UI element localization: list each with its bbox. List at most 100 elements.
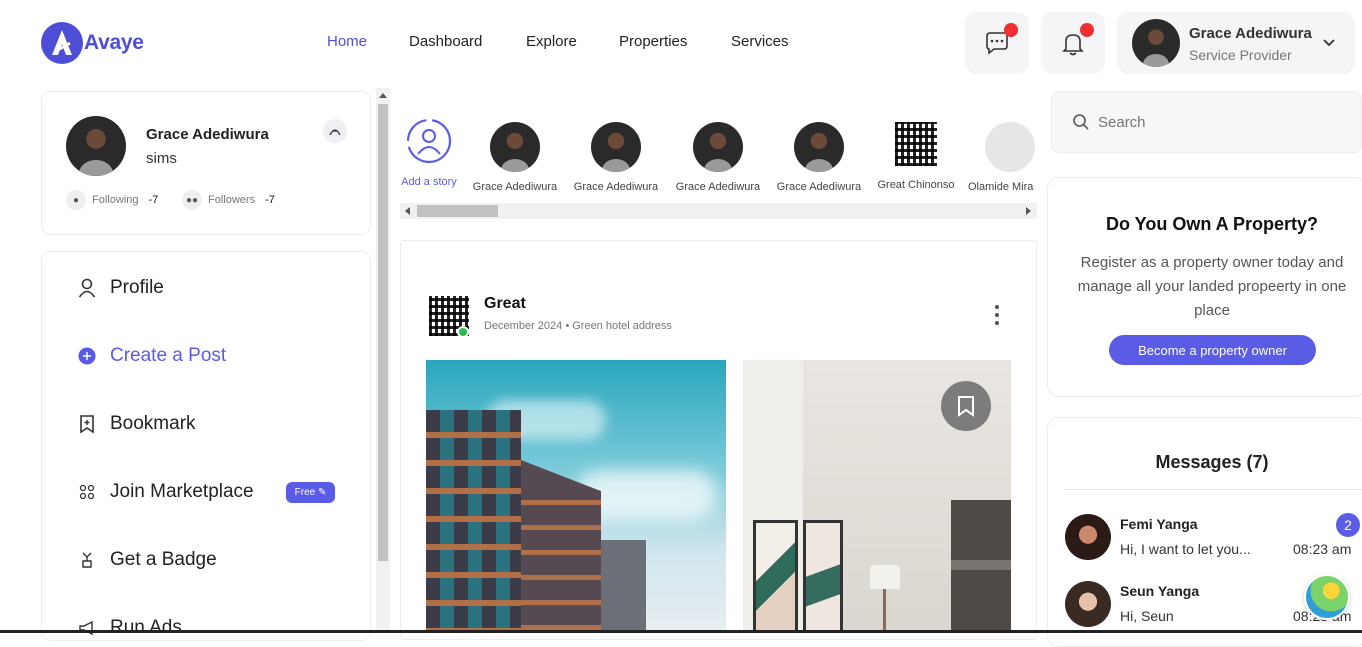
sidebar-scrollbar[interactable] <box>376 88 390 633</box>
own-property-title: Do You Own A Property? <box>1105 214 1318 234</box>
chat-widget-button[interactable] <box>1304 574 1350 620</box>
scroll-up-arrow-icon[interactable] <box>379 92 387 98</box>
scroll-left-arrow-icon[interactable] <box>404 207 410 215</box>
avatar-placeholder <box>985 122 1035 172</box>
nav-home[interactable]: Home <box>327 33 367 50</box>
story-name: Grace Adediwura <box>675 181 761 193</box>
sidebar-item-join-marketplace[interactable]: Join Marketplace Free ✎ <box>78 481 336 503</box>
scroll-right-arrow-icon[interactable] <box>1026 207 1032 215</box>
avatar <box>1132 19 1180 67</box>
search-input[interactable] <box>1098 110 1338 134</box>
message-time: 08:23 am <box>1293 541 1352 557</box>
unread-dot <box>1004 23 1018 37</box>
post-author-name[interactable]: Great <box>484 295 526 313</box>
badge-icon <box>78 551 96 569</box>
free-badge-label: Free <box>294 486 316 498</box>
bookmark-add-icon <box>78 415 96 434</box>
notifications-button[interactable] <box>1041 12 1105 74</box>
story-item[interactable]: Olamide Mira <box>960 122 1037 193</box>
nav-dashboard[interactable]: Dashboard <box>409 33 482 50</box>
scrollbar-thumb[interactable] <box>417 205 498 217</box>
sidebar-item-label: Join Marketplace <box>110 481 254 502</box>
chevron-down-icon[interactable] <box>1321 36 1337 50</box>
messages-button[interactable] <box>965 12 1029 74</box>
scrollbar-thumb[interactable] <box>378 104 388 561</box>
sidebar-item-label: Create a Post <box>110 345 227 366</box>
notification-dot <box>1080 23 1094 37</box>
nav-explore[interactable]: Explore <box>526 33 577 50</box>
nav-services[interactable]: Services <box>731 33 789 50</box>
brand-name: Avaye <box>84 31 144 54</box>
unread-count-badge: 2 <box>1336 513 1360 537</box>
avatar <box>794 122 844 172</box>
story-name: Olamide Mira <box>968 181 1034 193</box>
sidebar-item-create-post[interactable]: Create a Post <box>78 345 226 367</box>
sidebar-item-bookmark[interactable]: Bookmark <box>78 413 196 435</box>
sidebar-item-label: Bookmark <box>110 413 196 434</box>
account-name: Grace Adediwura <box>1189 25 1312 42</box>
avatar <box>591 122 641 172</box>
avatar[interactable] <box>1065 581 1111 627</box>
marketplace-icon <box>78 483 96 501</box>
become-property-owner-button[interactable]: Become a property owner <box>1109 335 1316 365</box>
user-username: sims <box>146 150 177 167</box>
more-options-icon[interactable] <box>990 303 1004 327</box>
message-preview: Hi, I want to let you... <box>1120 541 1251 557</box>
story-item[interactable]: Grace Adediwura <box>668 122 768 193</box>
account-menu[interactable]: Grace Adediwura Service Provider <box>1117 12 1355 74</box>
followers-stat[interactable]: ●● Followers -7 <box>182 190 275 210</box>
following-count: -7 <box>148 194 159 206</box>
avatar[interactable] <box>1065 514 1111 560</box>
own-property-body: Register as a property owner today and m… <box>1077 254 1347 319</box>
sidebar-item-label: Run Ads <box>110 617 182 638</box>
story-item[interactable]: Grace Adediwura <box>769 122 869 193</box>
story-name: Grace Adediwura <box>776 181 862 193</box>
edit-profile-icon[interactable] <box>322 118 348 144</box>
user-icon: ● <box>66 190 86 210</box>
followers-label: Followers <box>208 194 256 206</box>
free-badge: Free ✎ <box>285 481 336 503</box>
pencil-icon: ✎ <box>317 486 327 498</box>
search-icon <box>1073 114 1089 130</box>
story-item[interactable]: Great Chinonso <box>866 122 966 191</box>
user-summary-card: Grace Adediwura sims ● Following -7 ●● F… <box>41 91 371 235</box>
bookmark-icon <box>958 396 974 417</box>
story-name: Grace Adediwura <box>573 181 659 193</box>
post-meta: December 2024 • Green hotel address <box>484 320 672 332</box>
online-status-dot <box>457 326 469 338</box>
followers-count: -7 <box>265 194 275 206</box>
sidebar-item-get-badge[interactable]: Get a Badge <box>78 549 217 571</box>
sidebar-item-label: Get a Badge <box>110 549 217 570</box>
message-preview: Hi, Seun <box>1120 608 1174 624</box>
message-sender: Seun Yanga <box>1120 583 1200 599</box>
story-item[interactable]: Grace Adediwura <box>566 122 666 193</box>
avatar <box>693 122 743 172</box>
search-box[interactable] <box>1051 91 1362 153</box>
user-name: Grace Adediwura <box>146 126 269 143</box>
story-name: Great Chinonso <box>877 179 955 191</box>
megaphone-icon <box>78 619 96 637</box>
add-story-icon <box>406 118 452 164</box>
avatar <box>490 122 540 172</box>
qr-code-avatar <box>895 122 937 166</box>
own-property-card: Do You Own A Property? Register as a pro… <box>1047 177 1362 397</box>
post-image-building[interactable] <box>426 360 726 633</box>
messages-title: Messages (7) <box>1155 452 1269 472</box>
nav-properties[interactable]: Properties <box>619 33 687 50</box>
bookmark-button[interactable] <box>941 381 991 431</box>
add-story-label: Add a story <box>401 176 457 188</box>
stories-scrollbar[interactable] <box>400 203 1037 219</box>
user-icon <box>78 278 96 298</box>
avatar[interactable] <box>66 116 126 176</box>
sidebar-item-label: Profile <box>110 277 164 298</box>
add-story-button[interactable]: Add a story <box>401 118 457 190</box>
divider <box>1064 489 1362 490</box>
story-item[interactable]: Grace Adediwura <box>465 122 565 193</box>
sidebar-item-profile[interactable]: Profile <box>78 277 164 299</box>
users-icon: ●● <box>182 190 202 210</box>
following-stat[interactable]: ● Following -7 <box>66 190 158 210</box>
logo-mark-icon <box>41 22 83 64</box>
avaye-logo[interactable]: Avaye <box>40 20 160 66</box>
sidebar-item-run-ads[interactable]: Run Ads <box>78 617 182 639</box>
story-name: Grace Adediwura <box>472 181 558 193</box>
